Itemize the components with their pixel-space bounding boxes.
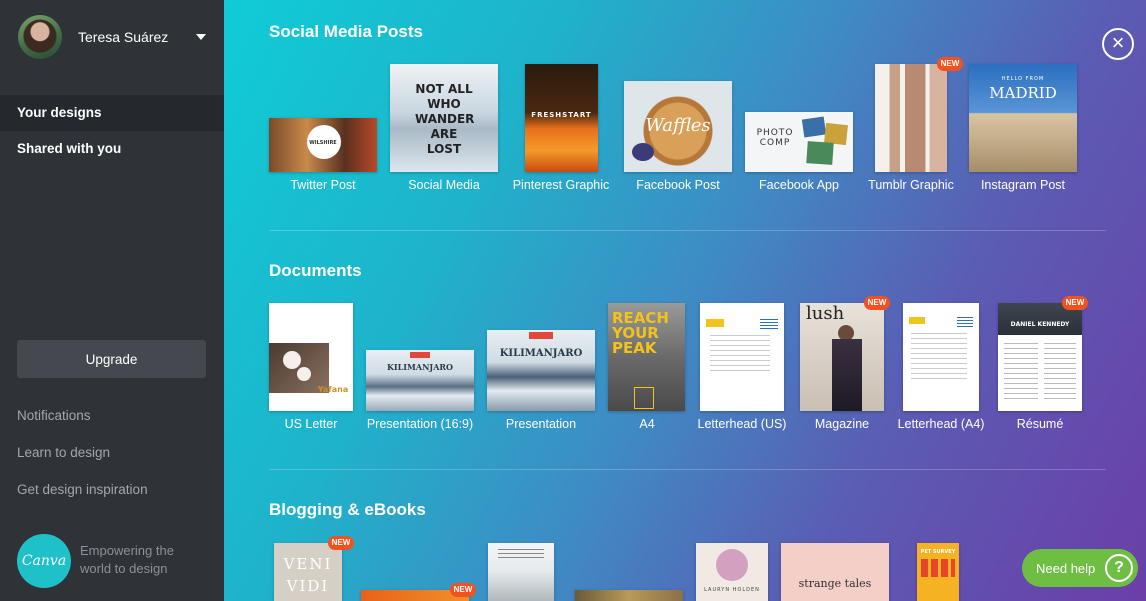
card-label: Pinterest Graphic	[512, 178, 610, 192]
thumb-text: lush	[806, 303, 845, 324]
card-label: Magazine	[814, 417, 870, 431]
thumb-text: MADRID	[989, 84, 1057, 102]
thumbnail: REACH YOUR PEAK	[608, 303, 685, 411]
new-badge: NEW	[864, 296, 890, 310]
thumb-text: DANIEL KENNEDY	[1010, 321, 1070, 328]
thumb-text: LAURYN HOLDEN	[704, 587, 760, 593]
card-label: Tumblr Graphic	[868, 178, 954, 192]
thumb-subtext: HELLO FROM	[1001, 76, 1045, 82]
thumb-text: PHOTO COMP	[756, 128, 794, 148]
thumb-text: PET SURVEY	[920, 549, 956, 555]
card-label: Presentation	[505, 417, 577, 431]
card-label: Facebook App	[759, 178, 839, 192]
divider	[269, 230, 1106, 231]
nav-your-designs[interactable]: Your designs	[17, 105, 102, 120]
thumbnail: KILIMANJARO	[487, 330, 595, 411]
learn-to-design-link[interactable]: Learn to design	[17, 445, 110, 460]
thumbnail: NOT ALL WHO WANDER ARE LOST	[390, 64, 498, 172]
card-label: US Letter	[284, 417, 338, 431]
thumbnail: KILIMANJARO	[366, 350, 474, 411]
new-badge: NEW	[328, 536, 354, 550]
thumb-text: Waffles	[645, 115, 711, 136]
card-label: A4	[639, 417, 655, 431]
new-badge: NEW	[450, 583, 476, 597]
avatar	[18, 15, 62, 59]
card-label: Twitter Post	[290, 178, 356, 192]
card-label: Facebook Post	[636, 178, 720, 192]
thumbnail: Yafana	[269, 303, 353, 411]
card-label: Letterhead (A4)	[897, 417, 985, 431]
thumbnail: Waffles	[624, 81, 732, 172]
thumb-text: KILIMANJARO	[499, 348, 583, 359]
thumbnail: PHOTO COMP	[745, 112, 853, 172]
design-type-picker: × Social Media Posts WILSHIRE Twitter Po…	[224, 0, 1146, 601]
thumb-text: Yafana	[317, 385, 349, 394]
thumb-text: FRESHSTART	[531, 111, 592, 119]
thumbnail: strange tales	[781, 543, 889, 601]
section-title-documents: Documents	[269, 261, 362, 280]
card-label: Instagram Post	[980, 178, 1066, 192]
thumb-text: WILSHIRE	[309, 140, 337, 146]
thumbnail: WILSHIRE	[269, 118, 377, 172]
section-title-social: Social Media Posts	[269, 22, 423, 41]
thumbnail	[875, 64, 947, 172]
new-badge: NEW	[937, 57, 963, 71]
thumbnail: PET SURVEY	[917, 543, 959, 601]
thumbnail	[903, 303, 979, 411]
thumbnail: HELLO FROM MADRID	[969, 64, 1077, 172]
sidebar: Teresa Suárez Your designs Shared with y…	[0, 0, 234, 601]
upgrade-button[interactable]: Upgrade	[17, 340, 206, 378]
card-label: Presentation (16:9)	[366, 417, 474, 431]
divider	[269, 469, 1106, 470]
new-badge: NEW	[1062, 296, 1088, 310]
thumbnail: LAURYN HOLDEN	[696, 543, 768, 601]
nav-shared-with-you[interactable]: Shared with you	[17, 141, 121, 156]
tagline: Empowering the world to design	[80, 543, 174, 576]
design-inspiration-link[interactable]: Get design inspiration	[17, 482, 148, 497]
thumbnail: VENI VIDI	[274, 543, 342, 601]
question-icon: ?	[1105, 554, 1133, 582]
thumb-text: VENI VIDI	[283, 555, 333, 595]
need-help-label: Need help	[1036, 560, 1096, 576]
close-icon[interactable]: ×	[1102, 28, 1134, 60]
thumbnail: lush	[800, 303, 884, 411]
thumbnail	[700, 303, 784, 411]
thumb-text: KILIMANJARO	[386, 362, 454, 372]
thumbnail	[575, 590, 683, 601]
thumbnail: DANIEL KENNEDY	[998, 303, 1082, 411]
thumb-text: strange tales	[798, 577, 872, 590]
card-label: Letterhead (US)	[697, 417, 787, 431]
thumbnail	[488, 543, 554, 601]
section-title-blogging: Blogging & eBooks	[269, 500, 426, 519]
card-label: Social Media	[408, 178, 480, 192]
thumb-text: REACH YOUR PEAK	[612, 309, 669, 357]
thumbnail: FRESHSTART	[525, 64, 598, 172]
card-label: Résumé	[1016, 417, 1064, 431]
thumb-text: NOT ALL WHO WANDER ARE LOST	[415, 82, 475, 156]
profile-menu[interactable]: Teresa Suárez	[18, 14, 218, 60]
chevron-down-icon	[196, 34, 206, 40]
notifications-link[interactable]: Notifications	[17, 408, 91, 423]
canva-logo[interactable]: Canva	[17, 534, 71, 588]
need-help-button[interactable]: Need help ?	[1022, 549, 1138, 587]
user-name: Teresa Suárez	[78, 29, 169, 45]
